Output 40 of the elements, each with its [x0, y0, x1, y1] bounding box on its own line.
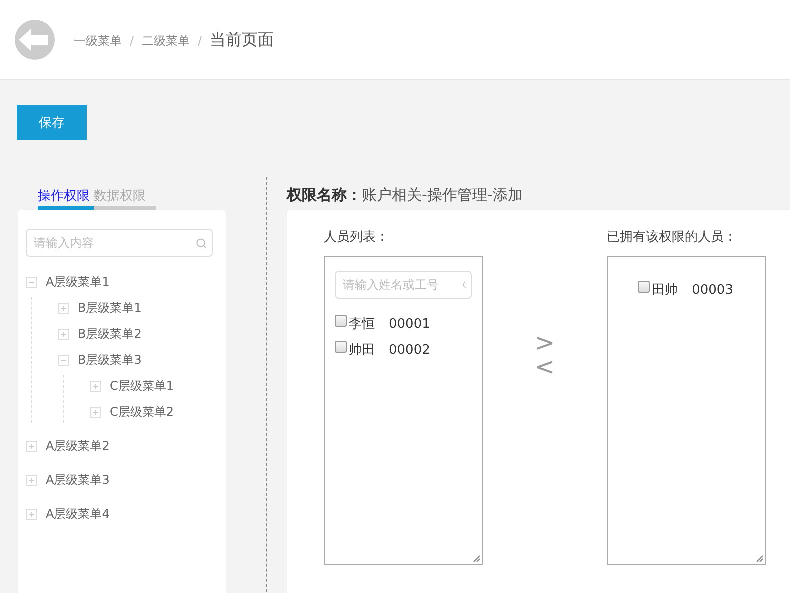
toggle-icon[interactable] — [26, 474, 37, 486]
tree-item[interactable]: B层级菜单1 — [78, 300, 142, 316]
page-title: 当前页面 — [210, 30, 274, 51]
breadcrumb-separator: / — [198, 34, 202, 48]
breadcrumb-link[interactable]: 二级菜单 — [142, 33, 190, 50]
tree-item[interactable]: A层级菜单1 — [46, 274, 110, 290]
tree-item[interactable]: B层级菜单3 — [78, 352, 142, 368]
tree-item[interactable]: A层级菜单3 — [46, 472, 110, 488]
checkbox[interactable] — [335, 341, 347, 353]
toggle-icon[interactable] — [26, 276, 37, 288]
search-field[interactable]: 请输入姓名或工号 — [335, 271, 472, 299]
search-field[interactable]: 请输入内容 — [26, 229, 213, 257]
tree-item[interactable]: C层级菜单1 — [110, 378, 174, 394]
person-name: 田帅 — [652, 282, 678, 299]
toggle-icon[interactable] — [90, 406, 101, 418]
tree-item[interactable]: C层级菜单2 — [110, 404, 174, 420]
person-id: 00001 — [389, 316, 430, 332]
toggle-icon[interactable] — [90, 380, 101, 392]
person-id: 00002 — [389, 342, 430, 358]
tree-item[interactable]: B层级菜单2 — [78, 326, 142, 342]
person-id: 00003 — [692, 282, 734, 298]
tree-item[interactable]: A层级菜单2 — [46, 438, 110, 454]
toggle-icon[interactable] — [58, 302, 69, 314]
resize-grip-icon[interactable] — [756, 555, 764, 563]
person-name: 帅田 — [349, 342, 375, 359]
checkbox[interactable] — [638, 281, 650, 293]
toggle-icon[interactable] — [58, 328, 69, 340]
breadcrumb-link[interactable]: 一级菜单 — [74, 33, 122, 50]
person-name: 李恒 — [349, 316, 375, 333]
toggle-icon[interactable] — [26, 508, 37, 520]
permission-name: 权限名称：账户相关-操作管理-添加 — [287, 185, 524, 206]
resize-grip-icon[interactable] — [473, 555, 481, 563]
checkbox[interactable] — [335, 315, 347, 327]
toggle-icon[interactable] — [26, 440, 37, 452]
tree-item[interactable]: A层级菜单4 — [46, 506, 110, 522]
breadcrumb-separator: / — [130, 34, 134, 48]
save-button[interactable]: 保存 — [17, 105, 87, 140]
list-title: 人员列表： — [324, 229, 390, 247]
toggle-icon[interactable] — [58, 354, 69, 366]
list-title: 已拥有该权限的人员： — [607, 229, 738, 247]
